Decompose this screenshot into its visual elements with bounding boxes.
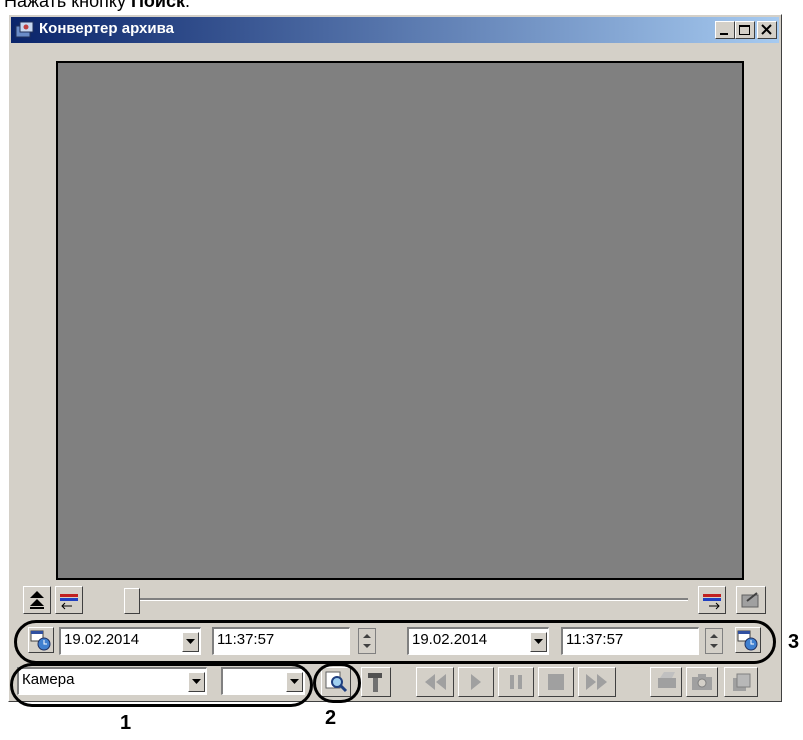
minimize-button[interactable] (715, 21, 735, 39)
snapshot-icon (692, 674, 712, 690)
start-time-spinner[interactable] (358, 628, 376, 654)
close-icon (761, 24, 772, 35)
end-time-spinner[interactable] (705, 628, 723, 654)
fast-forward-icon (586, 674, 607, 690)
rewind-icon (425, 674, 446, 690)
collapse-button[interactable] (23, 586, 51, 614)
app-icon (15, 21, 34, 38)
tools-icon (368, 673, 382, 692)
spin-arrows-icon (363, 634, 371, 648)
close-button[interactable] (757, 21, 777, 39)
pause-icon (510, 675, 522, 689)
doc-caption: Нажать кнопку Поиск. (4, 0, 190, 11)
chevron-down-icon (186, 639, 195, 644)
chevron-down-icon (290, 679, 299, 684)
secondary-dropdown-button[interactable] (286, 672, 303, 692)
play-button[interactable] (458, 667, 494, 697)
annotation-label-2: 2 (325, 707, 337, 729)
end-date-value: 19.02.2014 (412, 631, 488, 648)
maximize-button[interactable] (735, 21, 755, 39)
collapse-up-icon (30, 591, 44, 609)
tools-button[interactable] (361, 667, 391, 697)
datetime-to-button[interactable] (735, 627, 761, 653)
end-date-field[interactable]: 19.02.2014 (407, 627, 549, 655)
start-time-value: 11:37:57 (217, 631, 275, 648)
spin-arrows-icon (710, 634, 718, 648)
stop-button[interactable] (538, 667, 574, 697)
annotation-label-1: 1 (120, 712, 132, 734)
chevron-down-icon (534, 639, 543, 644)
start-time-field[interactable]: 11:37:57 (212, 627, 350, 655)
copy-icon (733, 673, 751, 691)
chevron-down-icon (192, 679, 201, 684)
archive-converter-window: Конвертер архива 19.02.2014 11:37:57 19.… (8, 14, 782, 702)
fast-forward-button[interactable] (578, 667, 616, 697)
maximize-icon (739, 25, 750, 35)
minimize-icon (720, 33, 728, 35)
camera-select[interactable]: Камера (17, 667, 207, 695)
window-title: Конвертер архива (39, 20, 174, 37)
end-time-value: 11:37:57 (566, 631, 624, 648)
export-icon (741, 592, 759, 608)
play-icon (471, 674, 481, 690)
secondary-select[interactable] (221, 667, 305, 695)
end-time-field[interactable]: 11:37:57 (561, 627, 699, 655)
video-viewport (56, 61, 744, 580)
datetime-from-icon (30, 630, 51, 651)
start-date-dropdown-button[interactable] (182, 632, 199, 652)
end-date-dropdown-button[interactable] (530, 632, 547, 652)
export-button[interactable] (736, 586, 766, 614)
camera-select-value: Камера (22, 671, 75, 688)
print-button[interactable] (650, 667, 682, 697)
search-button[interactable] (321, 667, 351, 697)
timeline-track[interactable] (126, 598, 688, 601)
timeline-thumb[interactable] (124, 588, 140, 614)
datetime-to-icon (737, 630, 758, 651)
annotation-label-3: 3 (788, 631, 800, 653)
datetime-from-button[interactable] (28, 627, 54, 653)
mark-end-button[interactable] (698, 586, 726, 614)
mark-end-icon (703, 594, 721, 610)
snapshot-button[interactable] (686, 667, 718, 697)
stop-icon (548, 674, 564, 690)
mark-start-button[interactable] (55, 586, 83, 614)
start-date-value: 19.02.2014 (64, 631, 140, 648)
search-icon (325, 671, 348, 693)
title-bar[interactable]: Конвертер архива (11, 17, 779, 43)
copy-button[interactable] (724, 667, 758, 697)
print-icon (658, 672, 676, 688)
start-date-field[interactable]: 19.02.2014 (59, 627, 201, 655)
rewind-button[interactable] (416, 667, 454, 697)
pause-button[interactable] (498, 667, 534, 697)
mark-start-icon (60, 594, 78, 610)
camera-dropdown-button[interactable] (188, 672, 205, 692)
